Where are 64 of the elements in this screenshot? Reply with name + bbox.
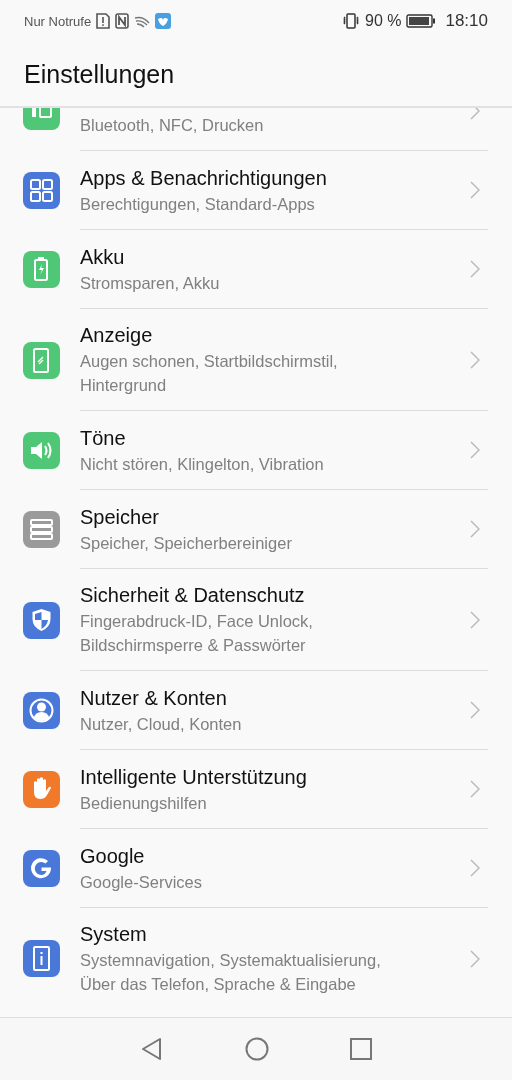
settings-item[interactable]: System Systemnavigation, Systemaktualisierung, Über das Telefon, Sprache & Eingabe xyxy=(0,908,512,1009)
chevron-right-icon xyxy=(470,520,480,538)
item-subtitle: Augen schonen, Startbildschirmstil, Hintergrund xyxy=(80,351,339,396)
clock: 18:10 xyxy=(445,11,488,31)
settings-item[interactable]: Töne Nicht stören, Klingelton, Vibration xyxy=(0,411,512,490)
item-title: Nutzer & Konten xyxy=(80,685,228,711)
apps-grid-icon xyxy=(23,172,60,209)
item-title: Google xyxy=(80,843,146,869)
info-device-icon xyxy=(23,940,60,977)
settings-item[interactable]: Intelligente Unterstützung Bedienungshilfen xyxy=(0,750,512,829)
chevron-right-icon xyxy=(470,610,480,629)
item-subtitle: Berechtigungen, Standard-Apps xyxy=(80,193,316,215)
g-letter-icon xyxy=(23,850,60,887)
settings-item[interactable]: Apps & Benachrichtigungen Berechtigungen, Standard-Apps xyxy=(0,151,512,230)
item-title: Intelligente Unterstützung xyxy=(80,764,308,790)
vibrate-icon xyxy=(342,13,360,29)
item-subtitle: Speicher, Speicherbereiniger xyxy=(80,532,293,554)
battery-percent: 90 % xyxy=(365,12,402,30)
item-subtitle: Nutzer, Cloud, Konten xyxy=(80,713,243,735)
item-subtitle: Systemnavigation, Systemaktualisierung, Über das Telefon, Sprache & Eingabe xyxy=(80,950,382,995)
phone-display-icon xyxy=(23,341,60,379)
chevron-right-icon xyxy=(470,350,480,369)
storage-icon xyxy=(23,511,60,548)
item-title: Speicher xyxy=(80,504,160,530)
shield-icon xyxy=(23,601,60,639)
item-subtitle: Nicht stören, Klingelton, Vibration xyxy=(80,453,325,475)
item-subtitle: Google-Services xyxy=(80,871,203,893)
item-title: Apps & Benachrichtigungen xyxy=(80,165,328,191)
chevron-right-icon xyxy=(470,780,480,798)
chevron-right-icon xyxy=(470,949,480,968)
sim-alert-icon xyxy=(96,13,111,29)
settings-item[interactable]: Sicherheit & Datenschutz Fingerabdruck-ID, Face Unlock, Bildschirmsperre & Passwörter xyxy=(0,569,512,671)
settings-item[interactable]: Bluetooth, NFC, Drucken xyxy=(0,108,512,151)
swipe-icon xyxy=(134,14,151,28)
home-icon[interactable] xyxy=(245,1037,269,1061)
speaker-icon xyxy=(23,432,60,469)
chevron-right-icon xyxy=(470,859,480,877)
item-subtitle: Fingerabdruck-ID, Face Unlock, Bildschirmsperre & Passwörter xyxy=(80,611,314,656)
item-subtitle: Stromsparen, Akku xyxy=(80,272,221,294)
recents-icon[interactable] xyxy=(349,1038,372,1060)
settings-item[interactable]: Akku Stromsparen, Akku xyxy=(0,230,512,309)
chevron-right-icon xyxy=(470,260,480,278)
settings-item[interactable]: Nutzer & Konten Nutzer, Cloud, Konten xyxy=(0,671,512,750)
settings-item[interactable]: Anzeige Augen schonen, Startbildschirmstil, Hintergrund xyxy=(0,309,512,411)
hand-icon xyxy=(23,771,60,808)
item-title: Sicherheit & Datenschutz xyxy=(80,583,306,608)
item-title: System xyxy=(80,922,148,947)
item-title: Akku xyxy=(80,244,126,270)
chevron-right-icon xyxy=(470,181,480,199)
item-title: Anzeige xyxy=(80,323,154,348)
settings-item[interactable]: Speicher Speicher, Speicherbereiniger xyxy=(0,490,512,569)
carrier-text: Nur Notrufe xyxy=(24,13,92,29)
chevron-right-icon xyxy=(470,701,480,719)
item-subtitle: Bluetooth, NFC, Drucken xyxy=(80,114,265,136)
battery-icon xyxy=(406,14,437,28)
settings-item[interactable]: Google Google-Services xyxy=(0,829,512,908)
user-icon xyxy=(23,692,60,729)
app-notification-icon xyxy=(155,13,172,29)
battery-icon xyxy=(23,251,60,288)
item-subtitle: Bedienungshilfen xyxy=(80,792,208,814)
nfc-icon xyxy=(115,13,130,29)
screen-title: Einstellungen xyxy=(24,59,175,89)
chevron-right-icon xyxy=(470,441,480,459)
item-title: Töne xyxy=(80,425,127,451)
